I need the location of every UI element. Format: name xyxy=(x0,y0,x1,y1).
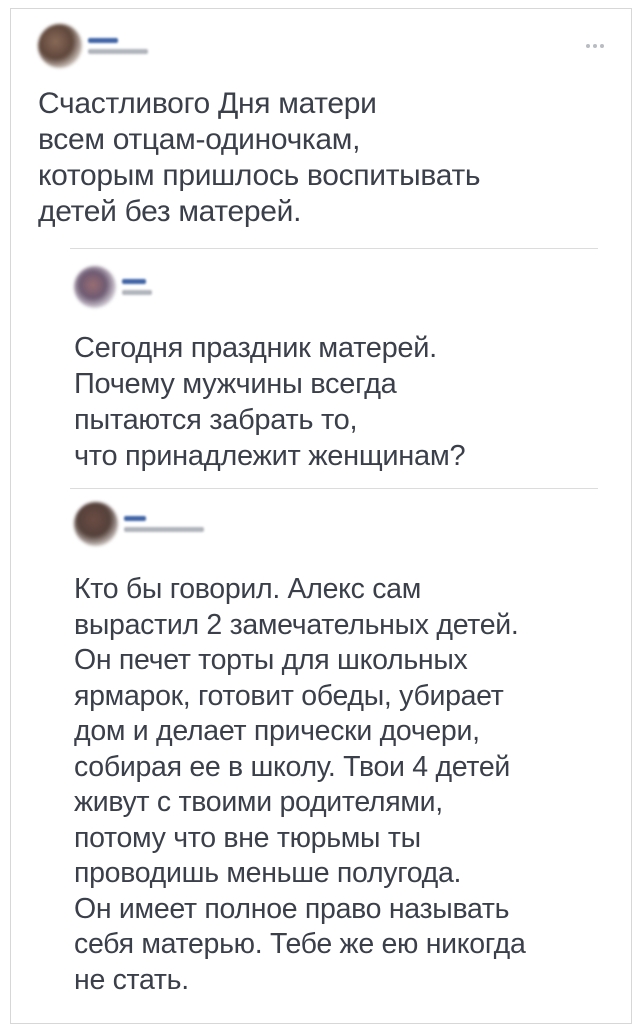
author-name-blurred xyxy=(122,279,146,284)
author-handle-blurred xyxy=(88,49,148,54)
avatar[interactable] xyxy=(38,24,82,68)
more-horizontal-icon[interactable] xyxy=(586,44,604,48)
post-2-text: Сегодня праздник матерей. Почему мужчины… xyxy=(74,332,466,472)
more-dot xyxy=(586,44,590,48)
post-2: Сегодня праздник матерей. Почему мужчины… xyxy=(74,266,614,474)
post-1-text: Счастливого Дня матери всем отцам-одиноч… xyxy=(38,87,481,228)
post-3-header xyxy=(74,502,614,546)
post-3: Кто бы говорил. Алекс сам вырастил 2 зам… xyxy=(74,502,614,998)
more-dot xyxy=(600,44,604,48)
divider xyxy=(70,248,598,249)
post-3-text: Кто бы говорил. Алекс сам вырастил 2 зам… xyxy=(74,573,526,996)
post-2-header xyxy=(74,266,614,308)
post-1: Счастливого Дня матери всем отцам-одиноч… xyxy=(38,24,598,230)
more-dot xyxy=(593,44,597,48)
author-name-blurred xyxy=(88,38,118,43)
avatar[interactable] xyxy=(74,266,116,308)
avatar[interactable] xyxy=(74,502,118,546)
author-handle-blurred xyxy=(124,527,204,532)
post-1-header xyxy=(38,24,598,68)
author-meta[interactable] xyxy=(122,279,152,295)
author-meta[interactable] xyxy=(88,38,148,54)
author-meta[interactable] xyxy=(124,516,204,532)
divider xyxy=(70,488,598,489)
author-name-blurred xyxy=(124,516,146,521)
author-handle-blurred xyxy=(122,290,152,295)
